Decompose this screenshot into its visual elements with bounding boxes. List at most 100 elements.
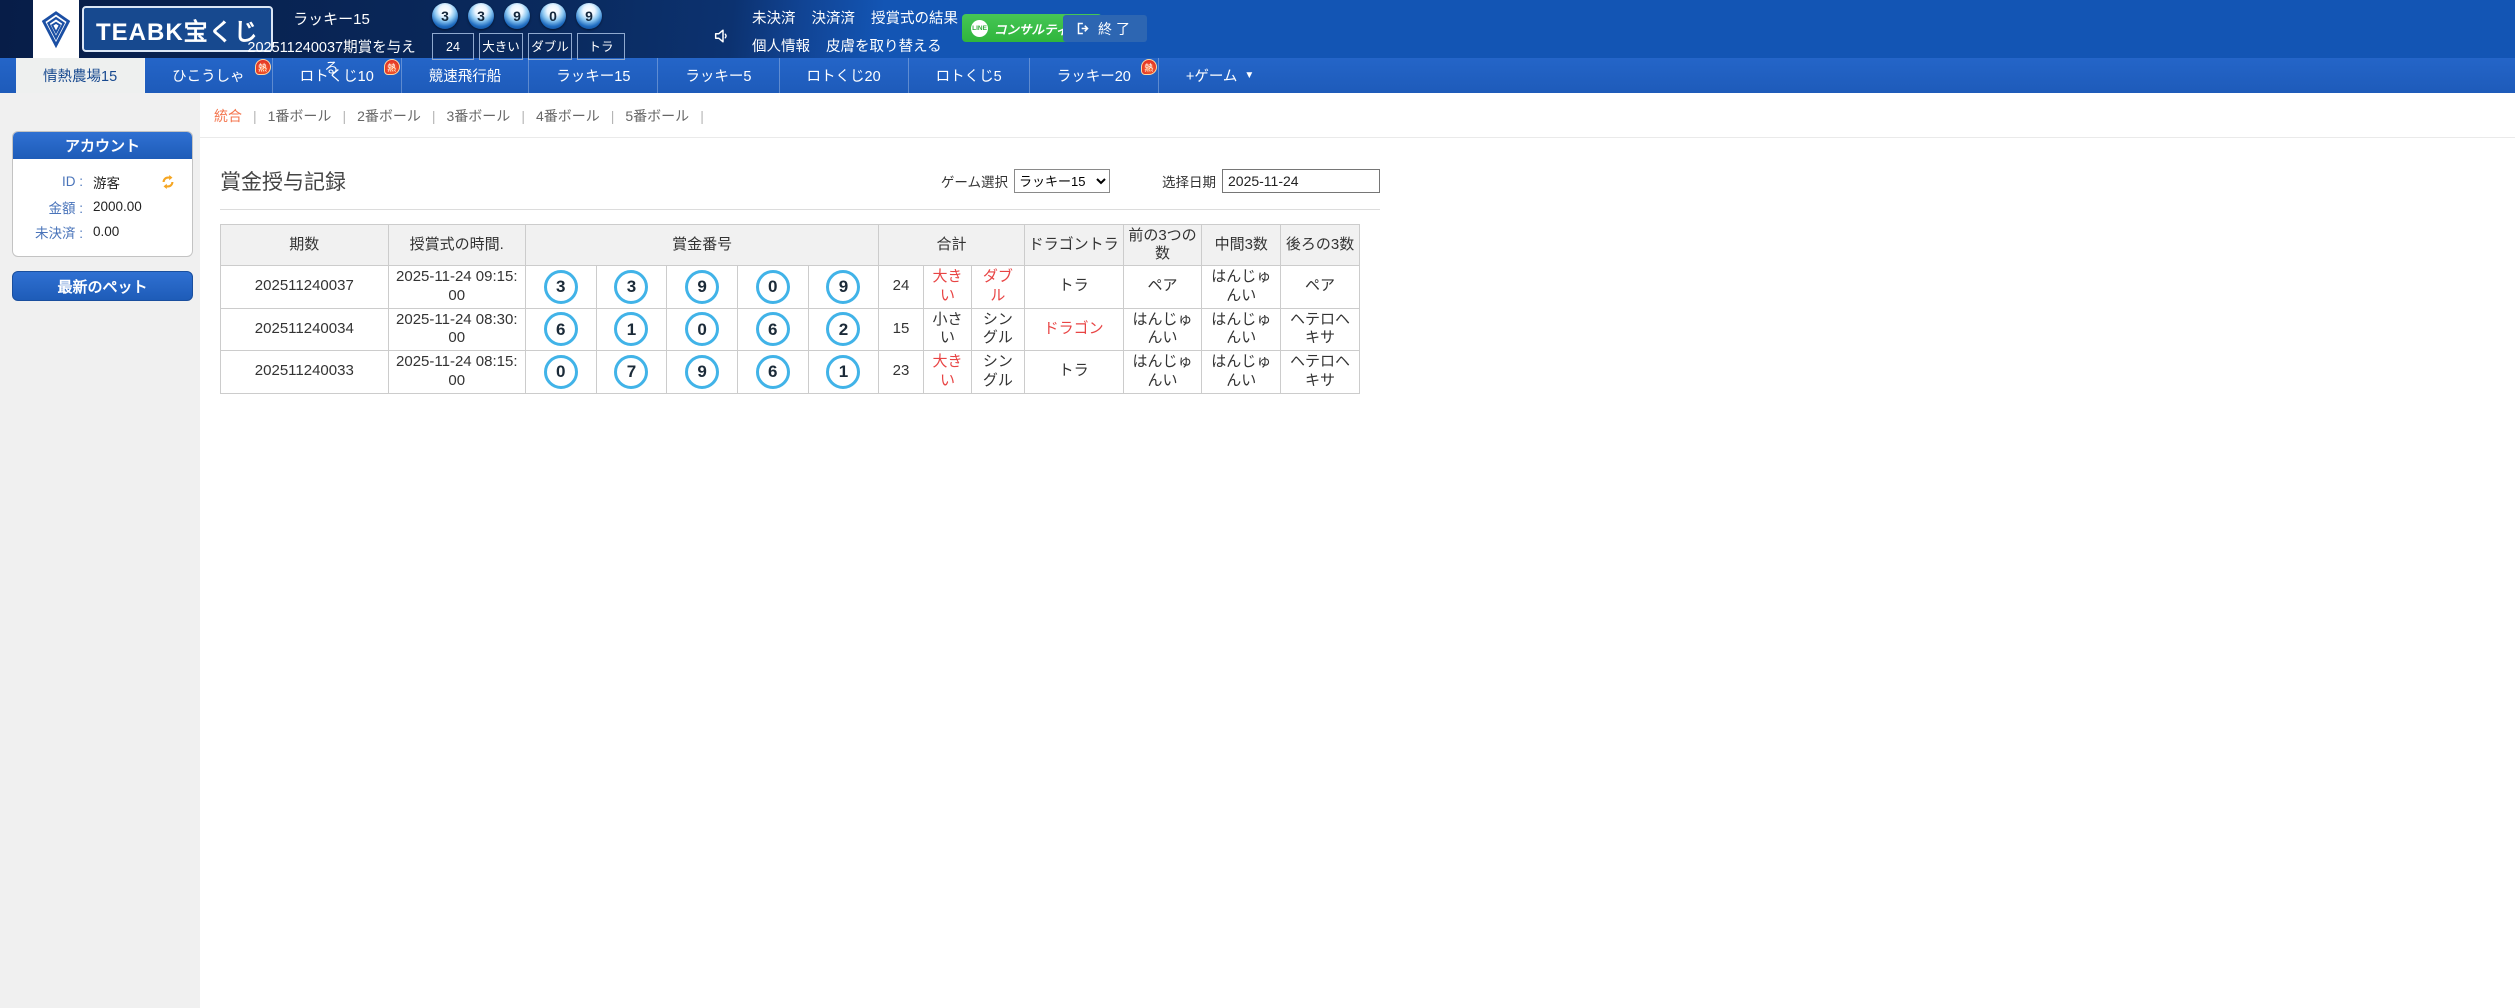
- header-ball: 3: [468, 3, 494, 29]
- sum-cell: 24: [878, 265, 924, 309]
- ball-cell: 7: [595, 350, 668, 394]
- stat-dragon: トラ: [577, 33, 625, 60]
- ball-cell: 0: [666, 307, 738, 351]
- ball: 6: [755, 354, 790, 389]
- period-cell: 202511240034: [220, 307, 389, 351]
- col-back3: 後ろの3数: [1280, 224, 1360, 266]
- tab-lucky-5[interactable]: ラッキー5: [658, 58, 780, 93]
- ball-cell: 1: [595, 307, 668, 351]
- size-cell: 大きい: [922, 265, 973, 309]
- header-ball: 9: [504, 3, 530, 29]
- tab-lucky-20[interactable]: ラッキー20 熱: [1030, 58, 1159, 93]
- back3-cell: ヘテロヘキサ: [1280, 307, 1360, 351]
- ball-cell: 2: [807, 307, 880, 351]
- link-change-skin[interactable]: 皮膚を取り替える: [826, 35, 942, 56]
- hot-badge-icon: 熱: [383, 59, 400, 75]
- front3-cell: はんじゅんい: [1122, 350, 1203, 394]
- ball: 7: [614, 354, 649, 389]
- tab-passion-farm-15[interactable]: 情熱農場15: [16, 58, 146, 93]
- ball-cell: 6: [524, 307, 597, 351]
- sidebar: アカウント ID : 游客 金額 : 2000.00 未決済: 0.00 最新…: [0, 93, 200, 1008]
- logout-button[interactable]: 終了: [1063, 15, 1147, 42]
- user-links: 未決済 決済済 授賞式の結果 個人情報 皮膚を取り替える: [752, 7, 958, 63]
- link-draw-results[interactable]: 授賞式の結果: [871, 7, 958, 28]
- tab-more-games[interactable]: +ゲーム ▼: [1159, 58, 1281, 93]
- size-cell: 大きい: [922, 350, 973, 394]
- dragon-cell: トラ: [1023, 265, 1124, 309]
- period-cell: 202511240037: [220, 265, 389, 309]
- ball-cell: 0: [524, 350, 597, 394]
- latest-draw-result: 3 3 9 0 9 24 大きい ダブル トラ: [432, 3, 625, 60]
- header-ball: 9: [576, 3, 602, 29]
- sum-cell: 15: [878, 307, 924, 351]
- page-title: 賞金授与記録: [220, 171, 346, 194]
- ball: 2: [826, 312, 861, 347]
- tab-speed-airship[interactable]: 競速飛行船: [402, 58, 530, 93]
- front3-cell: ペア: [1122, 265, 1203, 309]
- account-unsettled-row: 未決済 : 0.00: [34, 224, 120, 241]
- account-id-row: ID : 游客: [13, 169, 192, 194]
- col-time: 授賞式の時間.: [387, 224, 526, 266]
- ball-cell: 3: [595, 265, 668, 309]
- account-panel: アカウント ID : 游客 金額 : 2000.00 未決済: 0.00: [12, 131, 193, 257]
- hot-badge-icon: 熱: [254, 59, 271, 75]
- logout-label: 終了: [1098, 20, 1134, 37]
- ball-cell: 1: [807, 350, 880, 394]
- ball: 9: [685, 269, 720, 304]
- ball-cell: 9: [666, 350, 738, 394]
- ball: 1: [614, 312, 649, 347]
- period-cell: 202511240033: [220, 350, 389, 394]
- ball-cell: 6: [736, 307, 809, 351]
- col-dragon-tiger: ドラゴントラ: [1023, 224, 1124, 266]
- back3-cell: ペア: [1280, 265, 1360, 309]
- stat-size: 大きい: [479, 33, 523, 60]
- ball: 1: [826, 354, 861, 389]
- tab-lucky-15[interactable]: ラッキー15: [529, 58, 659, 93]
- link-settled[interactable]: 決済済: [812, 7, 856, 28]
- account-balance-value: 2000.00: [93, 199, 142, 214]
- mid3-cell: はんじゅんい: [1201, 350, 1282, 394]
- subnav-item-ball-5[interactable]: 5番ボール: [625, 108, 689, 124]
- ball: 6: [543, 312, 578, 347]
- tab-hikousha[interactable]: ひこうしゃ熱: [145, 58, 273, 93]
- line-icon: LINE: [971, 19, 988, 37]
- refresh-icon[interactable]: [160, 174, 176, 190]
- subnav-item-ball-4[interactable]: 4番ボール: [536, 108, 600, 124]
- ball-cell: 0: [736, 265, 809, 309]
- mid3-cell: はんじゅんい: [1201, 265, 1282, 309]
- time-cell: 2025-11-24 09:15:00: [387, 265, 526, 309]
- link-unsettled[interactable]: 未決済: [752, 7, 796, 28]
- main-panel: 統合 | 1番ボール | 2番ボール | 3番ボール | 4番ボール | 5番ボール | 賞金授与記録…: [200, 93, 2515, 1008]
- filter-controls: ゲーム選択 ラッキー15 选择日期: [941, 169, 1380, 193]
- back3-cell: ヘテロヘキサ: [1280, 350, 1360, 394]
- ball: 0: [685, 312, 720, 347]
- parity-cell: シングル: [971, 350, 1025, 394]
- content-area: アカウント ID : 游客 金額 : 2000.00 未決済: 0.00 最新…: [0, 93, 2515, 1008]
- account-balance-row: 金額 : 2000.00: [48, 199, 142, 216]
- latest-bets-button[interactable]: 最新のペット: [12, 271, 193, 301]
- subnav-item-ball-1[interactable]: 1番ボール: [268, 108, 332, 124]
- ball: 6: [755, 312, 790, 347]
- prize-record-table: 期数 授賞式の時間. 賞金番号 合計 ドラゴントラ 前の3つの数 中間3数 後ろ…: [220, 224, 1360, 394]
- tab-lotokuji-10[interactable]: ロトくじ10 熱: [273, 58, 402, 93]
- link-profile[interactable]: 個人情報: [752, 35, 810, 56]
- ball: 0: [543, 354, 578, 389]
- brand-logo[interactable]: TEABK宝くじ: [33, 0, 273, 58]
- speaker-icon[interactable]: [712, 25, 734, 47]
- tab-lotokuji-5[interactable]: ロトくじ5: [909, 58, 1030, 93]
- top-header: TEABK宝くじ ラッキー15 202511240037期賞を与える 3 3 9…: [0, 0, 2515, 77]
- time-cell: 2025-11-24 08:15:00: [387, 350, 526, 394]
- ball: 3: [614, 269, 649, 304]
- chevron-down-icon: ▼: [1244, 70, 1255, 81]
- ball: 0: [755, 269, 790, 304]
- tab-lotokuji-20[interactable]: ロトくじ20: [780, 58, 909, 93]
- subnav-item-ball-3[interactable]: 3番ボール: [447, 108, 511, 124]
- header-ball: 3: [432, 3, 458, 29]
- subnav-item-total[interactable]: 統合: [214, 108, 242, 124]
- divider: [220, 209, 1380, 210]
- subnav-item-ball-2[interactable]: 2番ボール: [357, 108, 421, 124]
- date-input[interactable]: [1222, 169, 1380, 193]
- stat-sum: 24: [432, 33, 474, 60]
- game-select[interactable]: ラッキー15: [1014, 169, 1110, 193]
- parity-cell: シングル: [971, 307, 1025, 351]
